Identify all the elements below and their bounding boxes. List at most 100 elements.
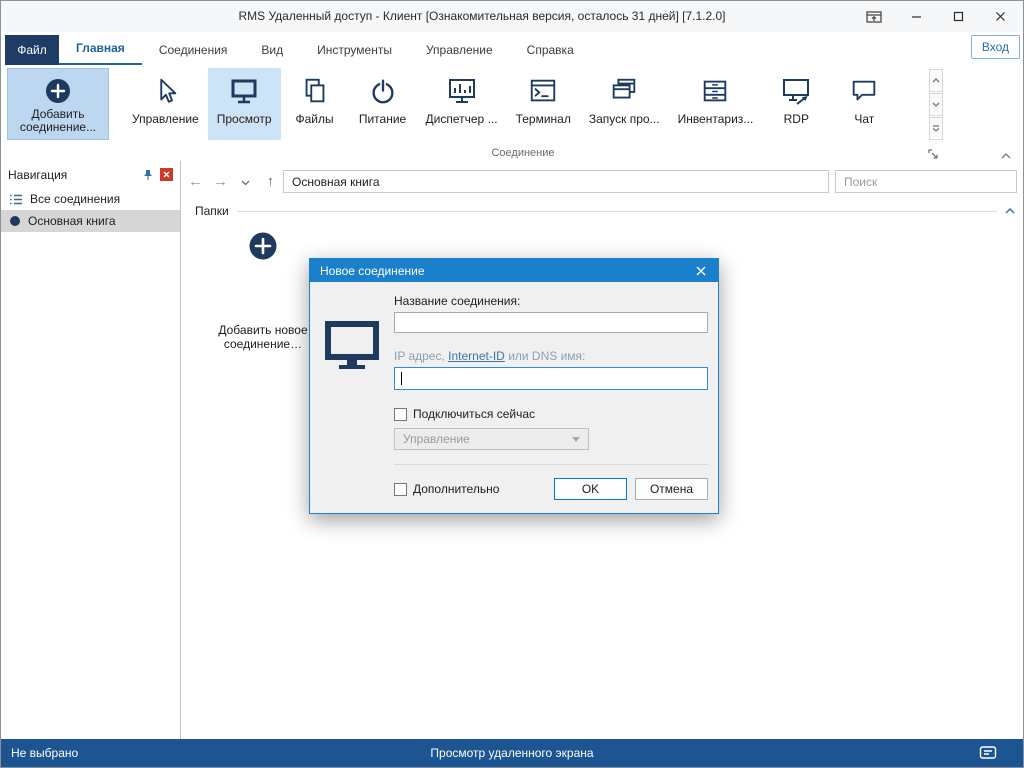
collapse-ribbon-icon[interactable]: [1001, 148, 1011, 162]
dialog-title-bar[interactable]: Новое соединение: [310, 259, 718, 282]
ribbon-button-label: RDP: [783, 112, 809, 126]
ribbon-button-label: Инвентариз...: [677, 112, 754, 126]
search-input[interactable]: [835, 170, 1017, 193]
pin-icon[interactable]: [142, 169, 154, 181]
add-connection-tile[interactable]: Добавить новое соединение…: [205, 221, 321, 351]
navigation-panel-header: Навигация: [1, 161, 180, 188]
ribbon-button-files[interactable]: Файлы: [281, 68, 349, 140]
plus-circle-icon: [45, 78, 71, 104]
maximize-button[interactable]: [937, 1, 979, 32]
tab-tools[interactable]: Инструменты: [300, 35, 409, 65]
ribbon-button-chat[interactable]: Чат: [830, 68, 898, 140]
cascade-icon: [609, 75, 639, 107]
log-icon[interactable]: [979, 745, 997, 764]
dialog-title: Новое соединение: [320, 263, 425, 278]
forward-icon[interactable]: →: [208, 173, 233, 190]
app-window: RMS Удаленный доступ - Клиент [Ознакомит…: [0, 0, 1024, 768]
address-hint-label: IP адрес, Internet-ID или DNS имя:: [394, 349, 708, 363]
rdp-icon: [780, 75, 812, 107]
connection-name-input[interactable]: [394, 312, 708, 333]
inventory-icon: [700, 75, 730, 107]
task-manager-icon: [446, 75, 478, 107]
chevron-down-icon: [572, 436, 580, 442]
advanced-checkbox[interactable]: [394, 482, 407, 496]
text-caret: [401, 372, 402, 385]
sidebar-item-label: Все соединения: [30, 192, 121, 206]
tab-view[interactable]: Вид: [244, 35, 300, 65]
ribbon-button-label: Просмотр: [216, 112, 272, 126]
dialog-body: Название соединения: IP адрес, Internet-…: [310, 282, 718, 513]
up-icon[interactable]: ↑: [258, 173, 283, 190]
ribbon-button-terminal[interactable]: Терминал: [507, 68, 580, 140]
files-icon: [300, 75, 330, 107]
window-controls: [853, 1, 1021, 32]
navigation-panel-title: Навигация: [8, 167, 68, 182]
group-collapse-icon[interactable]: [1005, 208, 1015, 214]
ribbon-buttons: Управление Просмотр Файлы Питание Диспет…: [123, 68, 898, 140]
login-button[interactable]: Вход: [970, 35, 1020, 59]
ribbon-button-task-manager[interactable]: Диспетчер ...: [417, 68, 507, 140]
dialog-close-icon[interactable]: [684, 259, 718, 282]
panel-close-icon[interactable]: [160, 168, 173, 181]
address-hint-prefix: IP адрес,: [394, 349, 449, 363]
address-input[interactable]: [283, 170, 829, 193]
mode-select-value: Управление: [403, 432, 470, 446]
ribbon-button-label: Питание: [358, 112, 407, 126]
status-mode-text: Просмотр удаленного экрана: [430, 746, 594, 760]
ribbon-scroll-down-icon[interactable]: [929, 93, 943, 116]
ribbon: Добавить соединение... Управление Просмо…: [1, 65, 1023, 162]
address-input-field[interactable]: [394, 367, 708, 390]
minimize-button[interactable]: [895, 1, 937, 32]
ribbon-button-label: Диспетчер ...: [425, 112, 498, 126]
status-bar: Не выбрано Просмотр удаленного экрана: [1, 739, 1023, 767]
tab-management[interactable]: Управление: [409, 35, 510, 65]
ribbon-more-icon[interactable]: [929, 117, 943, 140]
dialog-footer: Дополнительно OK Отмена: [394, 478, 708, 500]
connect-now-label: Подключиться сейчас: [413, 407, 535, 421]
tab-home[interactable]: Главная: [59, 33, 142, 65]
sidebar-item-main-book[interactable]: Основная книга: [1, 210, 180, 232]
internet-id-link[interactable]: Internet-ID: [448, 349, 505, 363]
ribbon-button-label: Терминал: [515, 112, 571, 126]
dialog-launcher-icon[interactable]: [927, 148, 939, 160]
connect-now-checkbox[interactable]: [394, 407, 407, 421]
ribbon-button-label: Запуск про...: [588, 112, 660, 126]
mode-select[interactable]: Управление: [394, 428, 589, 450]
ribbon-button-inventory[interactable]: Инвентариз...: [669, 68, 763, 140]
tray-window-icon[interactable]: [853, 1, 895, 32]
ribbon-button-rdp[interactable]: RDP: [762, 68, 830, 140]
window-title: RMS Удаленный доступ - Клиент [Ознакомит…: [238, 9, 726, 23]
tab-connections[interactable]: Соединения: [142, 35, 245, 65]
history-dropdown-icon[interactable]: [233, 173, 258, 190]
folders-group-label: Папки: [195, 204, 229, 218]
new-connection-dialog: Новое соединение Название соединения: IP…: [309, 258, 719, 514]
power-icon: [368, 75, 398, 107]
navigation-panel: Навигация Все соединения Основная книга: [1, 161, 181, 739]
ribbon-scroll-controls: [929, 69, 943, 140]
connections-list-icon: [9, 193, 23, 206]
close-button[interactable]: [979, 1, 1021, 32]
address-hint-suffix: или DNS имя:: [504, 349, 586, 363]
book-circle-icon: [9, 215, 21, 227]
ribbon-button-run-program[interactable]: Запуск про...: [580, 68, 669, 140]
ribbon-button-power[interactable]: Питание: [349, 68, 417, 140]
cursor-icon: [150, 75, 180, 107]
plus-circle-icon: [248, 231, 278, 261]
cancel-button[interactable]: Отмена: [635, 478, 708, 500]
ribbon-scroll-up-icon[interactable]: [929, 69, 943, 92]
connection-name-label: Название соединения:: [394, 294, 521, 308]
ribbon-button-view[interactable]: Просмотр: [207, 68, 281, 140]
dialog-separator: [394, 464, 708, 465]
ribbon-button-label: Файлы: [295, 112, 334, 126]
tab-file[interactable]: Файл: [5, 35, 59, 65]
back-icon[interactable]: ←: [183, 173, 208, 190]
folders-group-header: Папки: [195, 203, 1015, 219]
tab-help[interactable]: Справка: [510, 35, 591, 65]
ribbon-group-label: Соединение: [491, 147, 555, 159]
ribbon-button-manage[interactable]: Управление: [123, 68, 208, 140]
add-connection-button[interactable]: Добавить соединение...: [7, 68, 109, 140]
add-connection-label: Добавить соединение...: [19, 107, 97, 134]
sidebar-item-all-connections[interactable]: Все соединения: [1, 188, 180, 210]
ok-button[interactable]: OK: [554, 478, 627, 500]
ribbon-tab-bar: Файл Главная Соединения Вид Инструменты …: [1, 32, 1023, 65]
